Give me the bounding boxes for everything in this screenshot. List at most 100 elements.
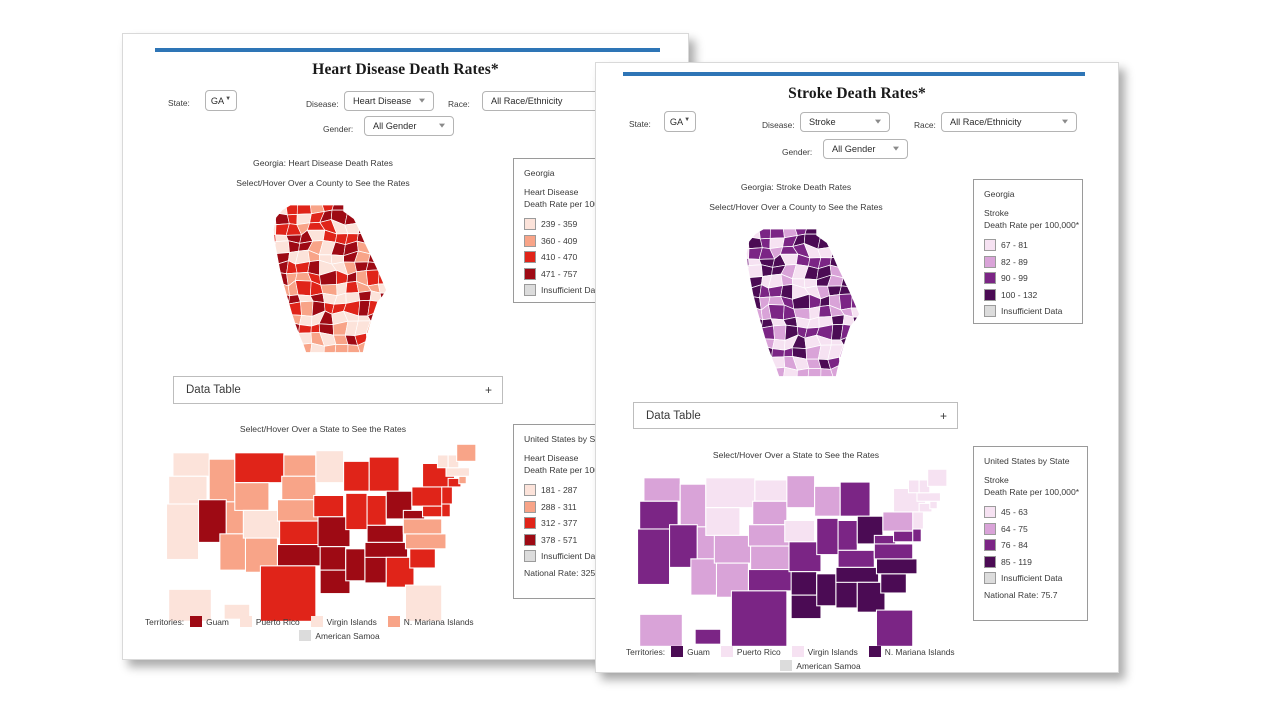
county-shape[interactable] [843, 255, 857, 270]
county-shape[interactable] [852, 273, 866, 288]
county-shape[interactable] [736, 277, 751, 289]
state-shape-in[interactable] [837, 519, 858, 551]
county-shape[interactable] [842, 266, 857, 279]
county-shape[interactable] [768, 304, 785, 321]
state-shape-il[interactable] [345, 492, 368, 531]
county-shape[interactable] [736, 236, 750, 250]
state-shape-ma[interactable] [445, 467, 470, 477]
county-shape[interactable] [736, 355, 751, 371]
county-shape[interactable] [852, 325, 866, 338]
county-shape[interactable] [748, 324, 763, 339]
county-shape[interactable] [263, 331, 278, 347]
legend-item[interactable]: 64 - 75 [984, 522, 1078, 535]
state-shape-me[interactable] [456, 443, 477, 462]
state-shape-wa[interactable] [172, 452, 210, 477]
state-shape-id[interactable] [208, 458, 236, 503]
county-shape[interactable] [379, 301, 393, 314]
us-state-choropleth[interactable] [158, 440, 478, 632]
county-shape[interactable] [851, 365, 866, 378]
county-shape[interactable] [272, 271, 289, 287]
county-shape[interactable] [839, 226, 855, 237]
county-shape[interactable] [377, 219, 393, 232]
county-shape[interactable] [381, 320, 392, 336]
state-shape-nd[interactable] [754, 479, 788, 502]
county-shape[interactable] [817, 226, 834, 237]
county-shape[interactable] [839, 243, 857, 257]
legend-item[interactable]: 67 - 81 [984, 239, 1073, 251]
state-button[interactable]: GA ▼ [664, 111, 696, 132]
county-shape[interactable] [828, 226, 845, 238]
county-shape[interactable] [263, 272, 273, 286]
county-shape[interactable] [760, 368, 772, 377]
disease-select[interactable]: Heart Disease [344, 91, 434, 111]
data-table-accordion[interactable]: Data Table + [173, 376, 503, 404]
county-shape[interactable] [274, 310, 290, 323]
state-shape-mn[interactable] [786, 475, 816, 509]
legend-item[interactable]: 82 - 89 [984, 255, 1073, 268]
county-shape[interactable] [379, 292, 393, 303]
state-shape-mt[interactable] [705, 477, 756, 509]
state-shape-mi[interactable] [839, 481, 871, 517]
gender-select[interactable]: All Gender [823, 139, 908, 159]
state-shape-tx[interactable] [259, 565, 317, 622]
county-shape[interactable] [284, 301, 302, 316]
county-shape[interactable] [851, 266, 866, 277]
legend-item[interactable]: 45 - 63 [984, 506, 1078, 518]
county-shape[interactable] [851, 226, 866, 239]
county-shape[interactable] [284, 202, 298, 216]
county-shape[interactable] [263, 321, 275, 335]
state-shape-de[interactable] [912, 528, 922, 543]
county-shape[interactable] [263, 279, 278, 296]
state-shape-ky[interactable] [837, 549, 875, 568]
legend-item[interactable]: Insufficient Data [984, 305, 1073, 317]
county-shape[interactable] [840, 273, 857, 288]
state-shape-ks[interactable] [750, 545, 790, 571]
county-shape[interactable] [759, 237, 771, 250]
state-shape-nd[interactable] [283, 454, 317, 477]
county-shape[interactable] [850, 243, 866, 256]
county-shape[interactable] [736, 265, 750, 280]
county-shape[interactable] [377, 211, 392, 221]
county-shape[interactable] [276, 344, 290, 354]
county-shape[interactable] [295, 332, 313, 346]
county-shape[interactable] [757, 337, 775, 350]
county-shape[interactable] [366, 209, 380, 222]
county-shape[interactable] [757, 226, 771, 240]
state-shape-sd[interactable] [281, 475, 317, 501]
data-table-accordion[interactable]: Data Table + [633, 402, 958, 429]
county-shape[interactable] [379, 310, 393, 325]
county-shape[interactable] [275, 300, 290, 315]
county-shape[interactable] [365, 261, 381, 271]
county-shape[interactable] [757, 325, 775, 340]
county-shape[interactable] [838, 356, 856, 368]
state-shape-vt[interactable] [907, 479, 920, 494]
state-shape-nj[interactable] [441, 486, 453, 505]
state-shape-sc[interactable] [409, 548, 436, 569]
county-shape[interactable] [773, 324, 787, 341]
county-shape[interactable] [804, 226, 822, 235]
county-shape[interactable] [736, 324, 750, 341]
georgia-county-choropleth[interactable] [736, 226, 866, 378]
county-shape[interactable] [378, 230, 393, 244]
county-shape[interactable] [296, 205, 312, 215]
county-shape[interactable] [736, 296, 746, 310]
state-shape-mi[interactable] [368, 456, 400, 492]
county-shape[interactable] [344, 202, 361, 213]
state-shape-wi[interactable] [814, 485, 841, 517]
disease-select[interactable]: Stroke [800, 112, 890, 132]
county-shape[interactable] [738, 283, 751, 298]
state-shape-ca[interactable] [637, 528, 671, 585]
county-shape[interactable] [852, 316, 866, 327]
county-shape[interactable] [355, 202, 372, 214]
county-shape[interactable] [366, 202, 382, 213]
state-shape-ms[interactable] [345, 548, 366, 582]
state-shape-ak[interactable] [639, 613, 683, 647]
legend-item[interactable]: 76 - 84 [984, 539, 1078, 551]
state-shape-ca[interactable] [166, 503, 200, 560]
county-shape[interactable] [838, 293, 853, 311]
county-shape[interactable] [263, 300, 277, 317]
county-shape[interactable] [264, 344, 278, 354]
county-shape[interactable] [298, 324, 312, 334]
county-shape[interactable] [369, 242, 384, 255]
state-shape-va[interactable] [402, 518, 443, 535]
